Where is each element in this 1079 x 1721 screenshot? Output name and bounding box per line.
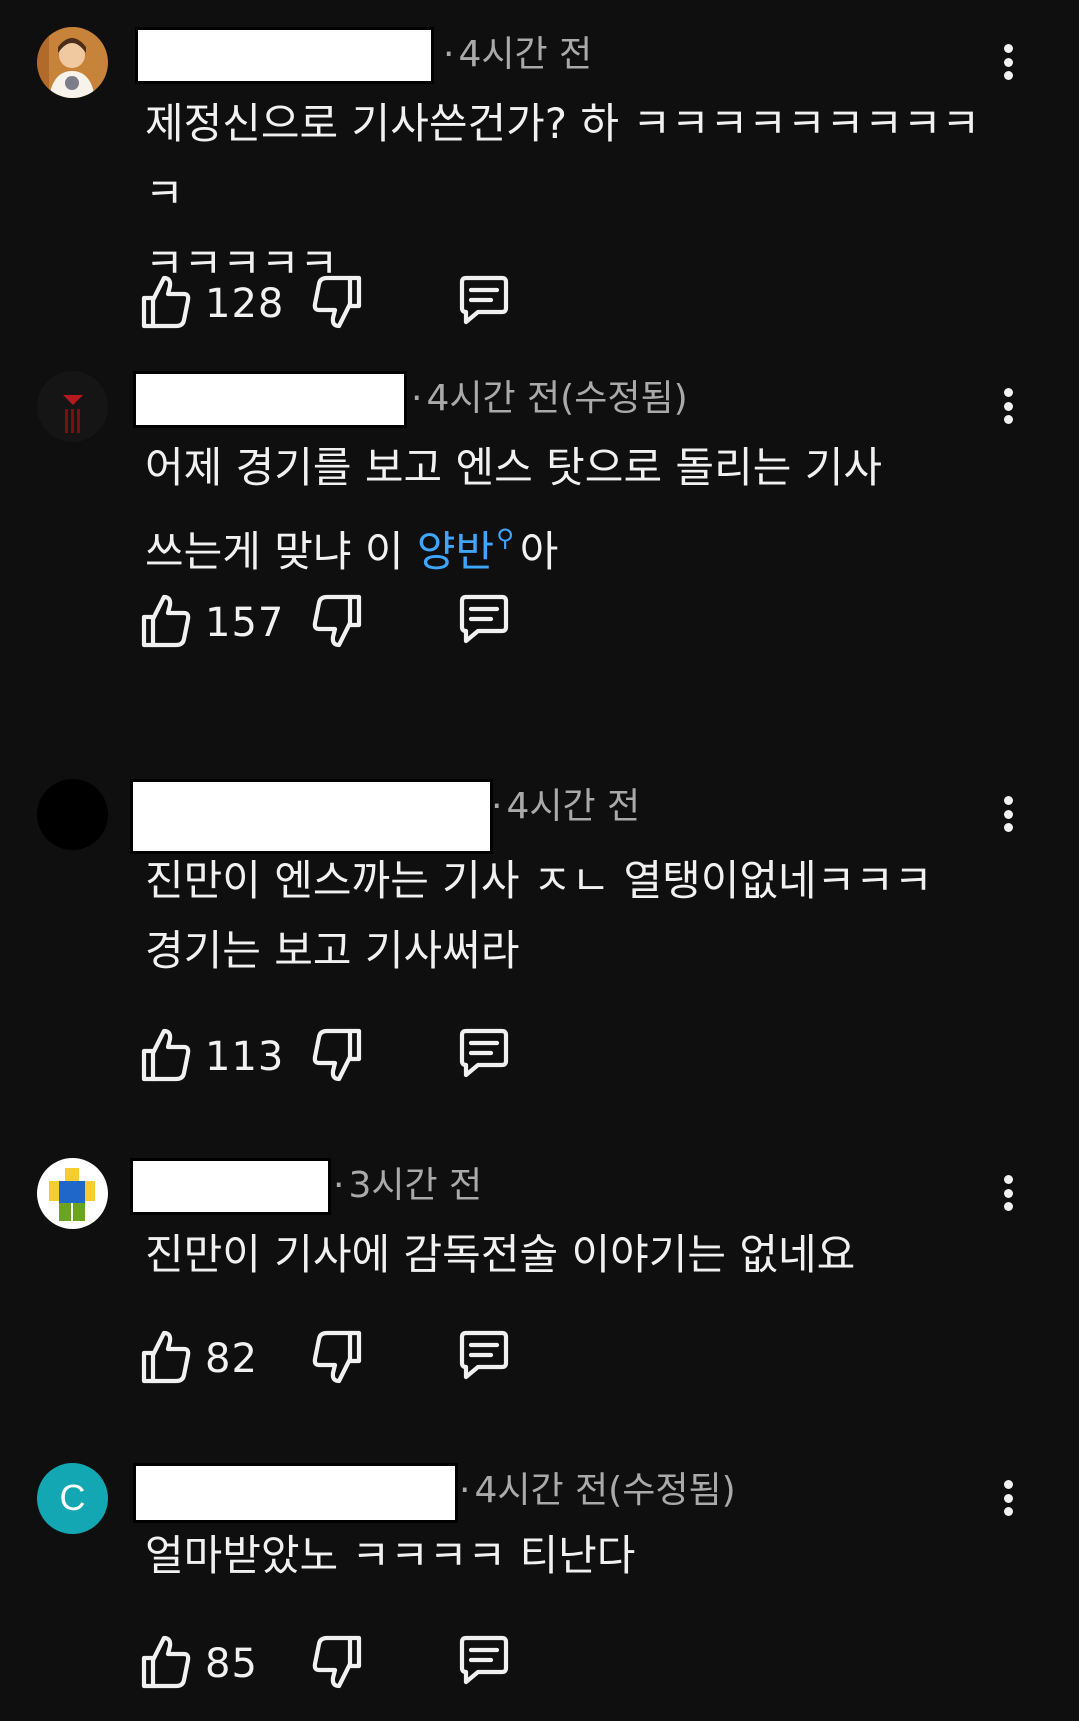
- comment-actions: 128: [140, 274, 560, 334]
- thumbs-up-icon[interactable]: [140, 274, 192, 330]
- thumbs-down-icon[interactable]: [311, 1329, 363, 1385]
- comment-text: 진만이 기사에 감독전술 이야기는 없네요: [145, 1230, 856, 1279]
- comment-text: 얼마받았노 ㅋㅋㅋㅋ 티난다: [145, 1531, 636, 1580]
- comment-time: 4시간 전: [474, 1470, 609, 1511]
- comment-time: 3시간 전: [348, 1165, 483, 1206]
- comment-actions: 82: [140, 1329, 560, 1389]
- reply-comment-icon[interactable]: [456, 1027, 512, 1079]
- comment-actions: 157: [140, 593, 560, 653]
- meta-separator: ·: [443, 34, 455, 75]
- author-name-redacted[interactable]: [130, 1158, 331, 1215]
- author-name-redacted[interactable]: [133, 1463, 458, 1523]
- meta-separator: ·: [333, 1165, 345, 1206]
- comment-actions: 113: [140, 1027, 560, 1087]
- thumbs-down-icon[interactable]: [311, 593, 363, 649]
- comment-time: 4시간 전: [506, 786, 641, 827]
- thumbs-down-icon[interactable]: [311, 1634, 363, 1690]
- search-link[interactable]: 양반: [417, 527, 494, 576]
- more-vert-icon[interactable]: [990, 1476, 1026, 1520]
- comment-actions: 85: [140, 1634, 560, 1694]
- comment-edited: (수정됨): [608, 1470, 736, 1511]
- thumbs-down-icon[interactable]: [311, 274, 363, 330]
- search-icon[interactable]: ⚲: [496, 524, 514, 552]
- reply-comment-icon[interactable]: [456, 593, 512, 645]
- comment-meta: · 4시간 전(수정됨): [411, 375, 688, 423]
- dark-logo-avatar[interactable]: [37, 371, 108, 442]
- comment-meta: · 4시간 전: [491, 783, 640, 831]
- thumbs-up-icon[interactable]: [140, 593, 192, 649]
- avatar-letter: C: [60, 1477, 86, 1518]
- like-count: 82: [205, 1336, 258, 1382]
- comment-text: 어제 경기를 보고 엔스 탓으로 돌리는 기사 쓰는게 맞냐 이 양반⚲ 아: [145, 443, 882, 576]
- thumbs-up-icon[interactable]: [140, 1634, 192, 1690]
- comment-meta: · 3시간 전: [333, 1162, 482, 1210]
- comment-time: 4시간 전: [426, 378, 561, 419]
- comment-meta: · 4시간 전: [443, 31, 592, 79]
- black-avatar[interactable]: [37, 779, 108, 850]
- author-name-redacted[interactable]: [135, 27, 434, 84]
- letter-avatar[interactable]: C: [37, 1463, 108, 1534]
- comment-text: 제정신으로 기사쓴건가? 하 ㅋㅋㅋㅋㅋㅋㅋㅋㅋㅋ ㅋㅋㅋㅋㅋ: [145, 99, 981, 288]
- thumbs-down-icon[interactable]: [311, 1027, 363, 1083]
- author-name-redacted[interactable]: [133, 371, 407, 428]
- blocky-figure-avatar[interactable]: [37, 1158, 108, 1229]
- comment-list: · 4시간 전 제정신으로 기사쓴건가? 하 ㅋㅋㅋㅋㅋㅋㅋㅋㅋㅋ ㅋㅋㅋㅋㅋ 1…: [0, 0, 1079, 1721]
- more-vert-icon[interactable]: [990, 384, 1026, 428]
- more-vert-icon[interactable]: [990, 792, 1026, 836]
- reply-comment-icon[interactable]: [456, 274, 512, 326]
- more-vert-icon[interactable]: [990, 40, 1026, 84]
- meta-separator: ·: [459, 1470, 471, 1511]
- meta-separator: ·: [491, 786, 503, 827]
- comment-edited: (수정됨): [560, 378, 688, 419]
- reply-comment-icon[interactable]: [456, 1634, 512, 1686]
- meta-separator: ·: [411, 378, 423, 419]
- like-count: 157: [205, 600, 285, 646]
- comment-time: 4시간 전: [458, 34, 593, 75]
- comment-meta: · 4시간 전(수정됨): [459, 1467, 736, 1515]
- thumbs-up-icon[interactable]: [140, 1329, 192, 1385]
- reply-comment-icon[interactable]: [456, 1329, 512, 1381]
- author-name-redacted[interactable]: [130, 779, 493, 854]
- like-count: 113: [205, 1034, 285, 1080]
- comment-text: 진만이 엔스까는 기사 ㅈㄴ 열탱이없네ㅋㅋㅋ 경기는 보고 기사써라: [145, 856, 933, 975]
- profile-photo-avatar[interactable]: [37, 27, 108, 98]
- more-vert-icon[interactable]: [990, 1171, 1026, 1215]
- like-count: 128: [205, 281, 285, 327]
- thumbs-up-icon[interactable]: [140, 1027, 192, 1083]
- like-count: 85: [205, 1641, 258, 1687]
